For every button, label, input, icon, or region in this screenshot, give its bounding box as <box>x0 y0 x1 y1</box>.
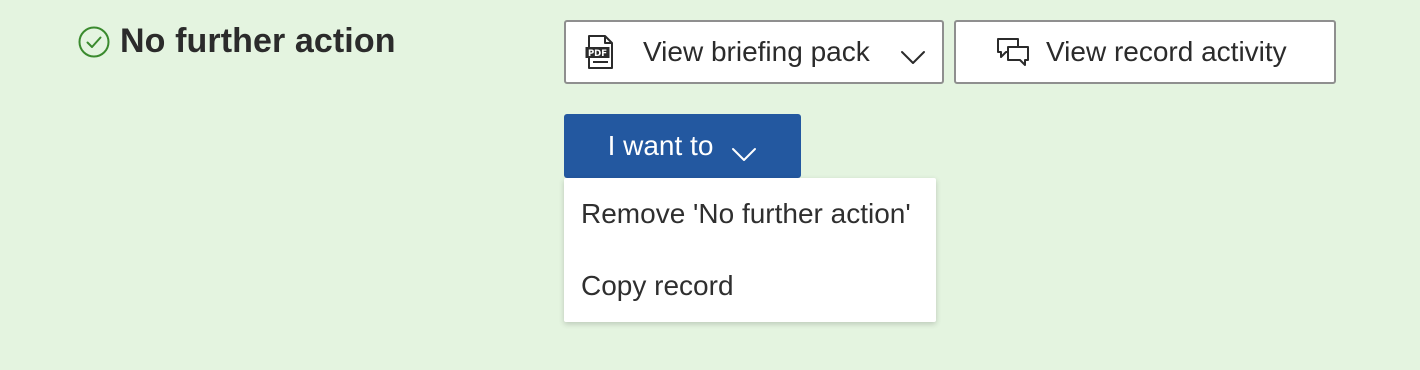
i-want-to-menu: Remove 'No further action' Copy record <box>564 178 936 322</box>
check-circle-icon <box>78 26 110 58</box>
chat-bubbles-icon <box>996 36 1030 68</box>
view-record-activity-label: View record activity <box>1046 36 1287 67</box>
svg-text:PDF: PDF <box>588 49 607 59</box>
chevron-down-icon <box>900 42 926 64</box>
menu-item-copy-record[interactable]: Copy record <box>564 250 936 322</box>
menu-item-label: Copy record <box>581 270 734 301</box>
chevron-down-icon <box>731 138 757 161</box>
view-briefing-pack-label: View briefing pack <box>643 36 870 67</box>
i-want-to-button[interactable]: I want to <box>564 114 801 178</box>
status-text: No further action <box>120 22 396 60</box>
pdf-icon: PDF <box>584 34 616 70</box>
view-record-activity-button[interactable]: View record activity <box>954 20 1336 84</box>
menu-item-remove-no-further-action[interactable]: Remove 'No further action' <box>564 178 936 250</box>
menu-item-label: Remove 'No further action' <box>581 198 911 229</box>
status-heading: No further action <box>78 22 396 61</box>
i-want-to-label: I want to <box>607 130 714 161</box>
view-briefing-pack-button[interactable]: PDF View briefing pack <box>564 20 944 84</box>
